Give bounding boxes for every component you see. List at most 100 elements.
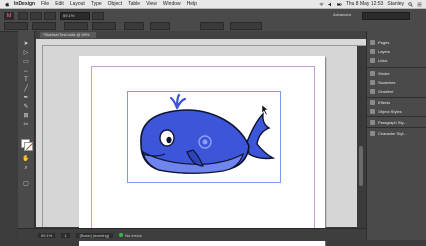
search-input[interactable] — [362, 12, 410, 20]
panel-label: Swatches — [378, 79, 396, 85]
type-tool-icon[interactable]: T — [22, 77, 30, 84]
scrollbar-thumb[interactable] — [359, 146, 363, 186]
y-position-field[interactable] — [32, 22, 56, 30]
panel-label: Links — [378, 57, 388, 63]
direct-selection-tool-icon[interactable]: ▷ — [22, 50, 30, 57]
fill-stroke-swatch[interactable] — [21, 139, 33, 151]
panel-label: Pages — [378, 39, 390, 45]
tools-panel: ➤ ▷ ▭ ↔ T ╱ ✒ ✎ ⊠ ✂ ✋ ⌕ ▢ — [18, 31, 35, 231]
page-number-field[interactable]: 1 — [61, 232, 70, 238]
menu-type[interactable]: Type — [91, 1, 102, 7]
panel-gradient[interactable]: Gradient — [370, 87, 393, 95]
horizontal-ruler[interactable] — [36, 39, 366, 46]
pencil-tool-icon[interactable]: ✎ — [22, 104, 30, 111]
paragraph-styles-icon — [370, 119, 375, 125]
zoom-field[interactable]: 69.1% — [60, 12, 90, 20]
wifi-icon[interactable] — [319, 2, 324, 7]
panel-pages[interactable]: Pages — [370, 38, 389, 46]
workspace-switcher[interactable]: Advanced — [333, 12, 359, 17]
menu-window[interactable]: Window — [163, 1, 181, 7]
document-tab[interactable]: *Starfish/Test.indd @ 69% — [40, 32, 96, 38]
rectangle-frame-tool-icon[interactable]: ⊠ — [22, 113, 30, 120]
notifications-icon[interactable] — [417, 2, 422, 7]
clock[interactable]: Thu 8 May 12:53 — [346, 1, 384, 7]
bridge-button[interactable] — [18, 12, 28, 20]
character-styles-icon — [370, 130, 375, 136]
indesign-logo: Id — [4, 12, 14, 20]
scissors-tool-icon[interactable]: ✂ — [22, 122, 30, 129]
vertical-scrollbar[interactable] — [357, 46, 365, 227]
stroke-swatch[interactable] — [24, 142, 33, 151]
user-name[interactable]: Stanley — [387, 1, 404, 7]
menu-view[interactable]: View — [146, 1, 157, 7]
stroke-weight-field[interactable] — [200, 22, 224, 30]
panel-character-styles[interactable]: Character Styl... — [370, 129, 407, 137]
menu-edit[interactable]: Edit — [55, 1, 64, 7]
status-ok-icon — [119, 233, 124, 237]
panel-label: Paragraph Sty... — [378, 119, 407, 125]
selection-tool-icon[interactable]: ➤ — [22, 41, 30, 48]
vertical-ruler[interactable] — [36, 45, 43, 227]
width-field[interactable] — [64, 22, 88, 30]
panel-divider — [367, 127, 426, 128]
arrange-documents-button[interactable] — [92, 12, 104, 20]
control-bar: Id 69.1% Advanced — [0, 9, 426, 32]
menu-object[interactable]: Object — [108, 1, 122, 7]
panel-paragraph-styles[interactable]: Paragraph Sty... — [370, 118, 407, 126]
rotation-field[interactable] — [150, 22, 170, 30]
menu-status-area: Thu 8 May 12:53 Stanley — [319, 0, 422, 8]
menu-help[interactable]: Help — [187, 1, 197, 7]
apple-icon[interactable] — [5, 1, 10, 7]
panel-object-styles[interactable]: Object Styles — [370, 107, 402, 115]
line-tool-icon[interactable]: ╱ — [22, 86, 30, 93]
menu-file[interactable]: File — [41, 1, 49, 7]
panel-divider — [367, 67, 426, 68]
screen-mode-icon[interactable]: ▢ — [22, 181, 30, 188]
panel-swatches[interactable]: Swatches — [370, 78, 395, 86]
status-zoom[interactable]: 69.1% — [38, 232, 56, 238]
document-tab-bar: *Starfish/Test.indd @ 69% — [36, 31, 366, 39]
scale-field[interactable] — [124, 22, 144, 30]
x-position-field[interactable] — [4, 22, 28, 30]
menu-layout[interactable]: Layout — [70, 1, 85, 7]
preflight-profile[interactable]: [Basic] (working) — [75, 232, 114, 238]
menu-app-name[interactable]: InDesign — [14, 1, 35, 7]
whale-illustration[interactable] — [129, 92, 279, 182]
menu-table[interactable]: Table — [128, 1, 140, 7]
swatches-icon — [370, 79, 375, 85]
panel-links[interactable]: Links — [370, 56, 387, 64]
zoom-tool-icon[interactable]: ⌕ — [22, 165, 30, 172]
panel-label: Object Styles — [378, 108, 402, 114]
document-page[interactable] — [79, 56, 325, 246]
gap-tool-icon[interactable]: ↔ — [22, 68, 30, 75]
stroke-style-field[interactable] — [230, 22, 262, 30]
page-tool-icon[interactable]: ▭ — [22, 59, 30, 66]
panel-stroke[interactable]: Stroke — [370, 69, 390, 77]
panel-layers[interactable]: Layers — [370, 47, 390, 55]
battery-icon[interactable] — [336, 2, 342, 7]
panel-effects[interactable]: Effects — [370, 98, 390, 106]
panel-label: Layers — [378, 48, 391, 54]
view-options-button[interactable] — [30, 12, 42, 20]
preflight-status[interactable]: No errors — [119, 233, 142, 238]
panel-divider — [367, 116, 426, 117]
menu-bar: InDesign File Edit Layout Type Object Ta… — [0, 0, 426, 9]
gradient-icon — [370, 88, 375, 94]
pasteboard[interactable] — [43, 46, 357, 246]
panel-label: Gradient — [378, 88, 394, 94]
pages-icon — [370, 39, 375, 45]
spotlight-icon[interactable] — [408, 1, 413, 7]
height-field[interactable] — [92, 22, 116, 30]
panel-label: Stroke — [378, 70, 390, 76]
stroke-icon — [370, 70, 375, 76]
hand-tool-icon[interactable]: ✋ — [22, 156, 30, 163]
pen-tool-icon[interactable]: ✒ — [22, 95, 30, 102]
effects-icon — [370, 99, 375, 105]
panel-label: Character Styl... — [378, 130, 407, 136]
layers-icon — [370, 48, 375, 54]
volume-icon[interactable] — [328, 2, 333, 7]
screen-mode-button[interactable] — [44, 12, 56, 20]
panel-dock: Pages Layers Links Stroke Swatches Gradi… — [366, 31, 426, 240]
preflight-message: No errors — [125, 232, 142, 238]
main-menu: InDesign File Edit Layout Type Object Ta… — [14, 1, 197, 7]
